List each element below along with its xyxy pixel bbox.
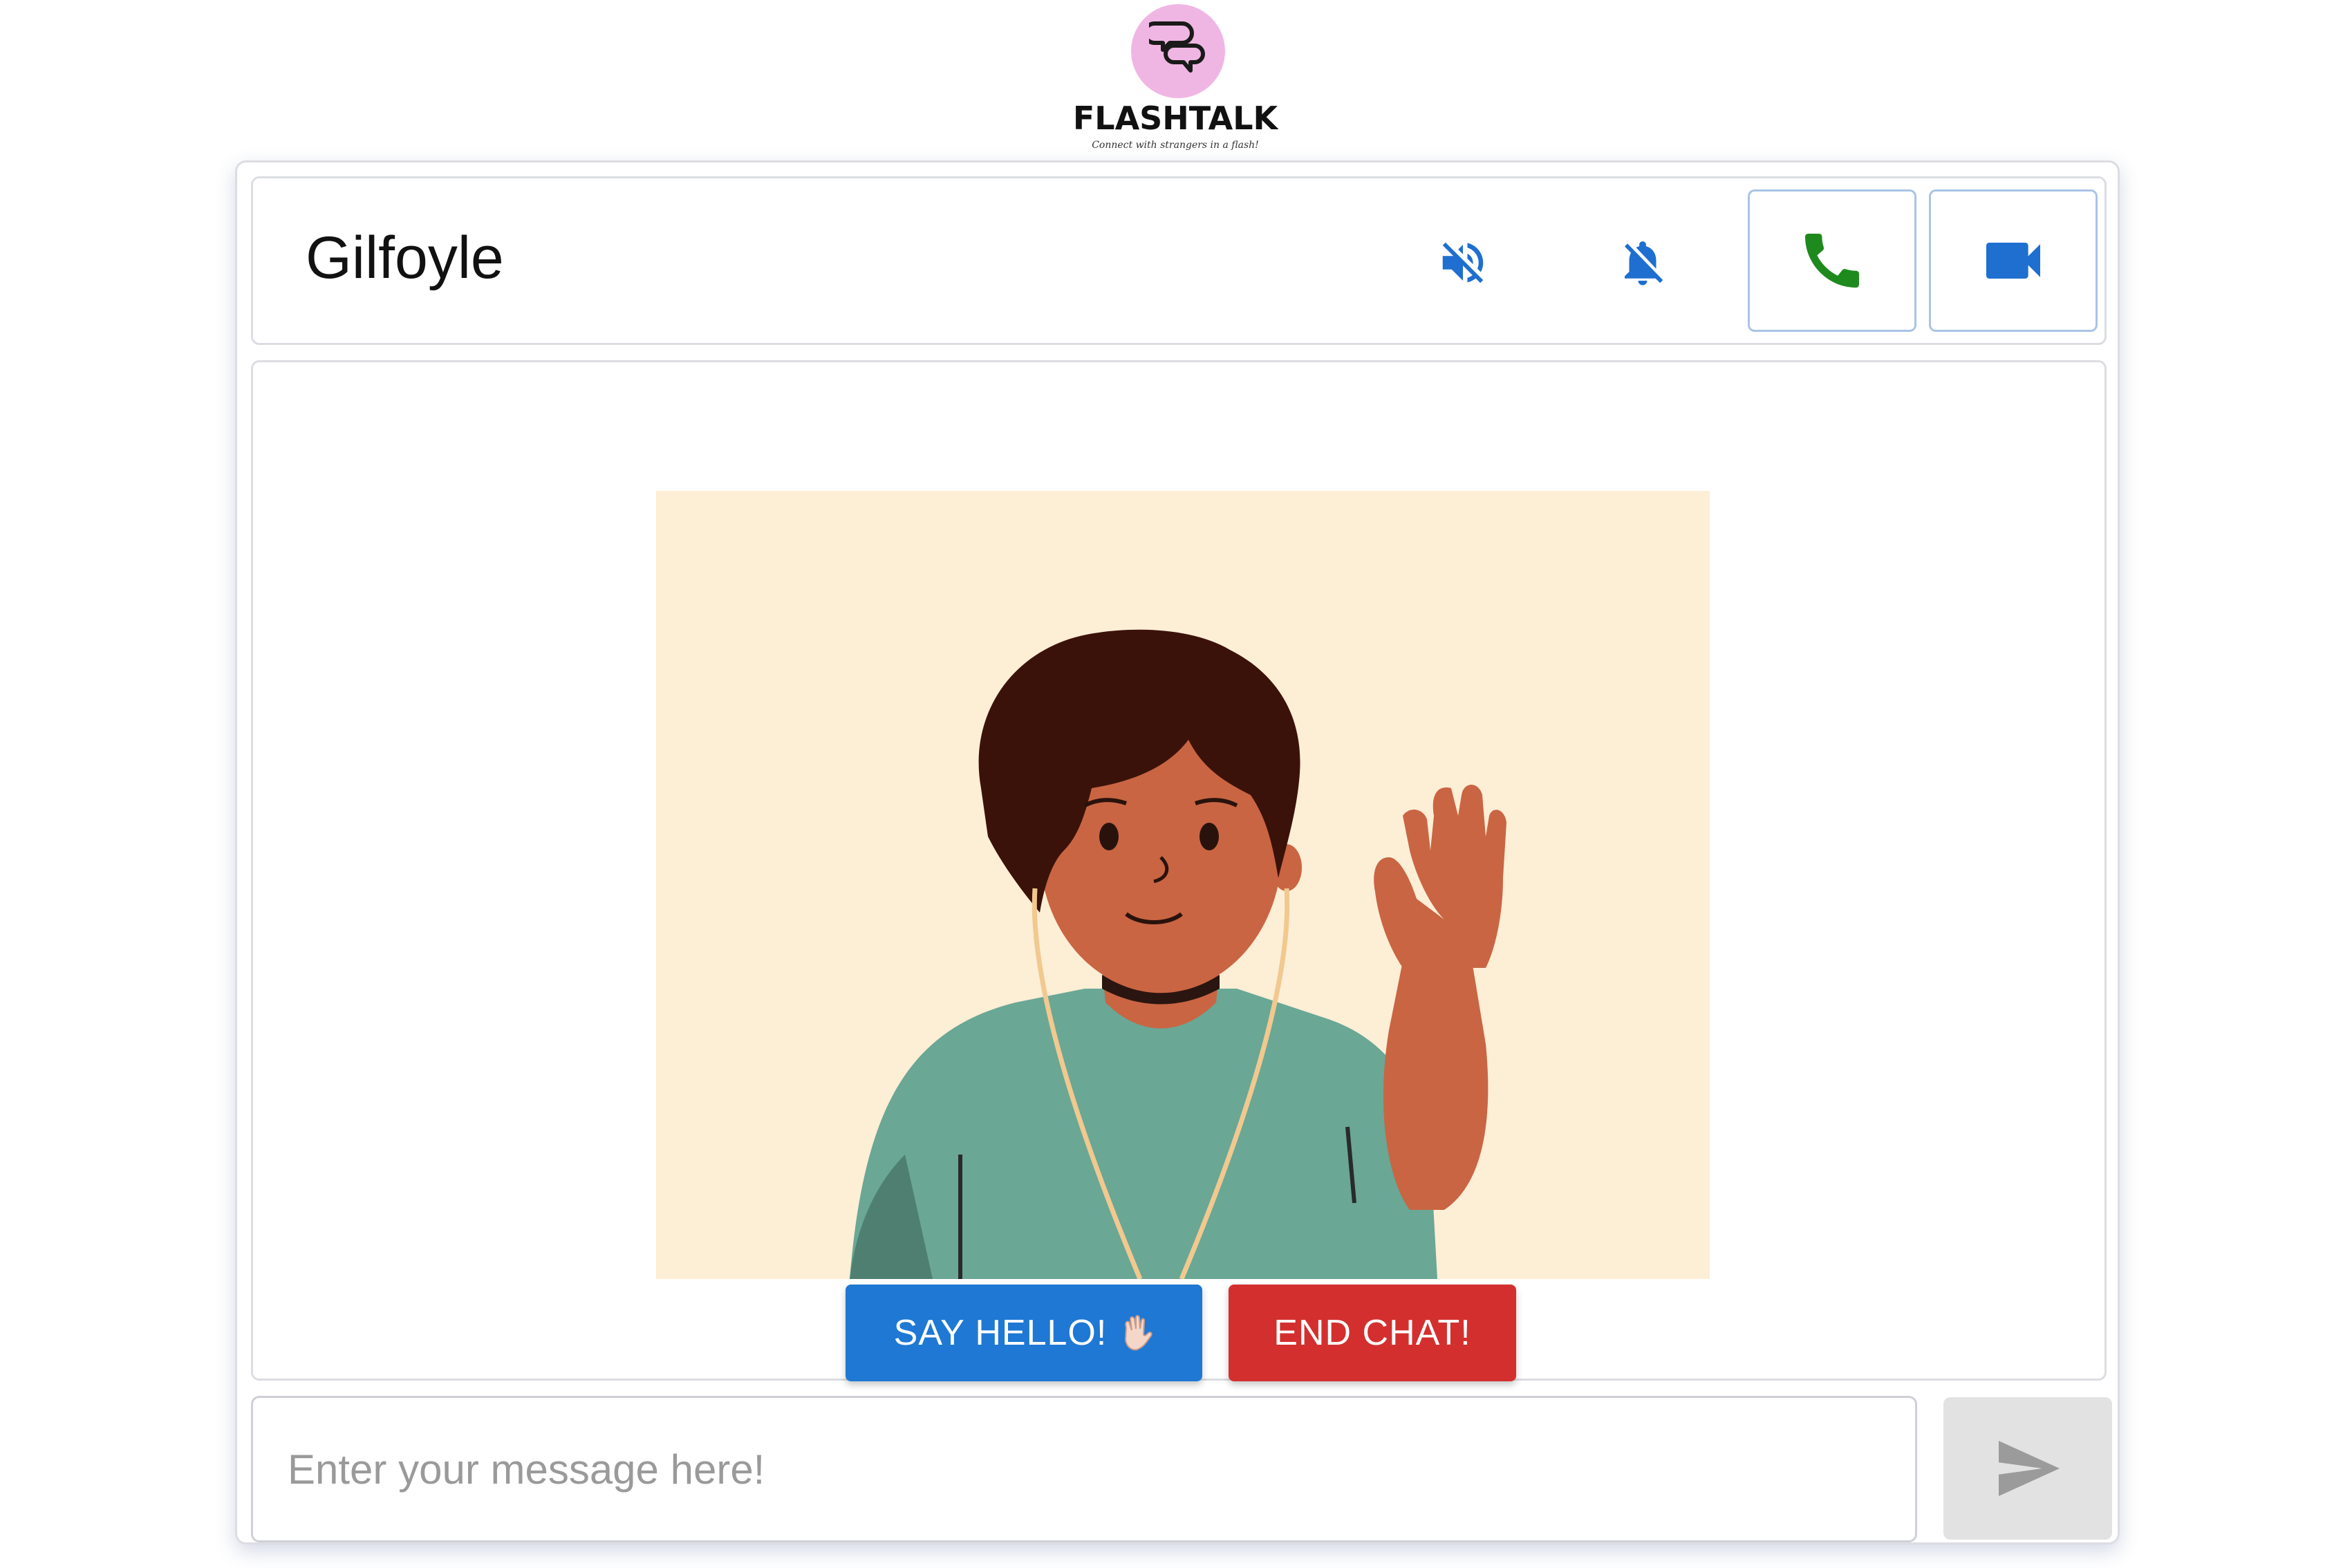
say-hello-label: SAY HELLO! <box>893 1313 1108 1353</box>
notifications-off-icon <box>1625 241 1663 286</box>
waving-person-illustration <box>656 491 1710 1279</box>
say-hello-button[interactable]: SAY HELLO! <box>846 1285 1202 1381</box>
partner-name: Gilfoyle <box>306 225 504 291</box>
video-call-button[interactable] <box>1929 189 2098 332</box>
end-chat-button[interactable]: END CHAT! <box>1229 1285 1516 1381</box>
voice-call-button[interactable] <box>1748 189 1916 332</box>
logo-tagline: Connect with strangers in a flash! <box>1092 140 1259 151</box>
mute-button[interactable] <box>1428 228 1497 297</box>
flashtalk-logo: FLASHTALK Connect with strangers in a fl… <box>1072 0 1279 159</box>
chat-header: Gilfoyle <box>251 176 2107 345</box>
chat-bubbles-icon <box>1131 4 1225 98</box>
message-input[interactable] <box>251 1396 1917 1542</box>
send-icon <box>1999 1441 2060 1496</box>
notifications-button[interactable] <box>1608 228 1677 297</box>
chat-panel: SAY HELLO! END CHAT! <box>251 360 2107 1381</box>
send-button[interactable] <box>1943 1397 2112 1540</box>
waving-hand-icon <box>1125 1315 1152 1351</box>
volume-off-icon <box>1442 242 1484 283</box>
phone-icon <box>1805 234 1859 288</box>
end-chat-label: END CHAT! <box>1273 1313 1471 1353</box>
logo-wordmark: FLASHTALK <box>1072 100 1278 137</box>
chat-card: Gilfoyle SAY HELLO! END CHAT! Enter your… <box>235 160 2120 1544</box>
videocam-icon <box>1986 243 2040 279</box>
